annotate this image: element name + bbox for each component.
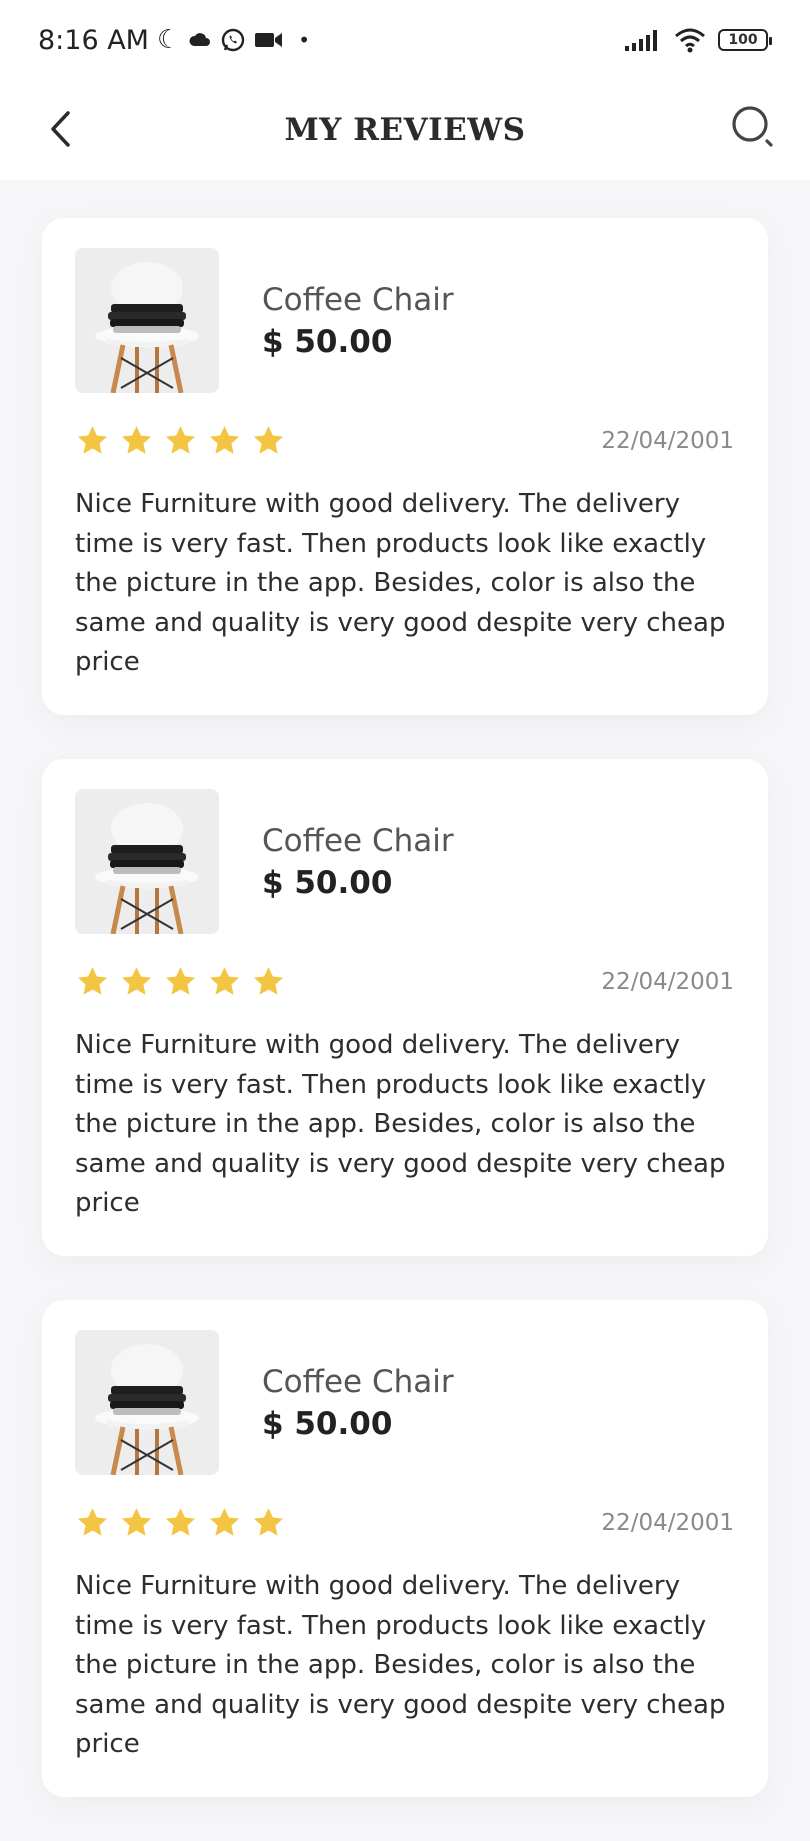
product-row: Coffee Chair $ 50.00 xyxy=(75,1330,734,1475)
star-rating xyxy=(75,424,286,458)
status-right: 100 xyxy=(624,27,772,53)
app-header: MY REVIEWS xyxy=(0,80,810,180)
chevron-left-icon xyxy=(51,111,70,147)
back-button[interactable] xyxy=(40,104,80,154)
rating-row: 22/04/2001 xyxy=(75,958,734,1006)
star-icon xyxy=(165,967,196,995)
chair-image xyxy=(75,248,219,393)
review-text: Nice Furniture with good delivery. The d… xyxy=(75,1030,726,1218)
status-time: 8:16 AM xyxy=(38,24,149,56)
product-image xyxy=(75,789,219,934)
star-icon xyxy=(121,426,152,454)
status-bar: 8:16 AM ☾ • 100 xyxy=(0,0,810,80)
star-icon xyxy=(77,967,108,995)
star-icon xyxy=(209,426,240,454)
product-info: Coffee Chair $ 50.00 xyxy=(262,1364,454,1442)
chair-image xyxy=(75,1330,219,1475)
review-text: Nice Furniture with good delivery. The d… xyxy=(75,1571,726,1759)
wifi-icon xyxy=(675,28,705,53)
star-icon xyxy=(165,426,196,454)
reviews-list: Coffee Chair $ 50.00 22/04/2001 Nice Fur… xyxy=(42,218,768,1841)
product-row: Coffee Chair $ 50.00 xyxy=(75,248,734,393)
cloud-icon xyxy=(189,33,211,46)
battery-level: 100 xyxy=(728,32,758,48)
video-icon xyxy=(255,33,283,47)
product-price: $ 50.00 xyxy=(262,323,393,360)
review-date: 22/04/2001 xyxy=(601,1510,734,1536)
moon-icon: ☾ xyxy=(156,25,181,55)
search-icon xyxy=(732,106,773,147)
chair-image xyxy=(75,789,219,934)
signal-icon xyxy=(625,30,657,51)
review-date: 22/04/2001 xyxy=(601,969,734,995)
star-icon xyxy=(121,1508,152,1536)
product-name: Coffee Chair xyxy=(262,1363,454,1400)
product-info: Coffee Chair $ 50.00 xyxy=(262,823,454,901)
whatsapp-icon xyxy=(222,28,245,52)
rating-row: 22/04/2001 xyxy=(75,1499,734,1547)
star-icon xyxy=(121,967,152,995)
star-rating xyxy=(75,1506,286,1540)
review-text: Nice Furniture with good delivery. The d… xyxy=(75,489,726,677)
star-rating xyxy=(75,965,286,999)
product-row: Coffee Chair $ 50.00 xyxy=(75,789,734,934)
review-card[interactable]: Coffee Chair $ 50.00 22/04/2001 Nice Fur… xyxy=(42,218,768,715)
search-button[interactable] xyxy=(728,102,778,152)
star-icon xyxy=(253,967,284,995)
product-name: Coffee Chair xyxy=(262,281,454,318)
page-title: MY REVIEWS xyxy=(284,112,526,148)
product-image xyxy=(75,1330,219,1475)
star-icon xyxy=(209,1508,240,1536)
review-card[interactable]: Coffee Chair $ 50.00 22/04/2001 Nice Fur… xyxy=(42,1300,768,1797)
star-icon xyxy=(165,1508,196,1536)
product-image xyxy=(75,248,219,393)
product-price: $ 50.00 xyxy=(262,1405,393,1442)
star-icon xyxy=(253,426,284,454)
status-left: 8:16 AM ☾ • xyxy=(38,25,310,56)
product-name: Coffee Chair xyxy=(262,822,454,859)
star-icon xyxy=(253,1508,284,1536)
star-icon xyxy=(209,967,240,995)
star-icon xyxy=(77,426,108,454)
star-icon xyxy=(77,1508,108,1536)
battery-icon: 100 xyxy=(718,29,772,51)
review-date: 22/04/2001 xyxy=(601,428,734,454)
product-price: $ 50.00 xyxy=(262,864,393,901)
product-info: Coffee Chair $ 50.00 xyxy=(262,282,454,360)
review-card[interactable]: Coffee Chair $ 50.00 22/04/2001 Nice Fur… xyxy=(42,759,768,1256)
dot-icon: • xyxy=(298,28,311,52)
rating-row: 22/04/2001 xyxy=(75,417,734,465)
